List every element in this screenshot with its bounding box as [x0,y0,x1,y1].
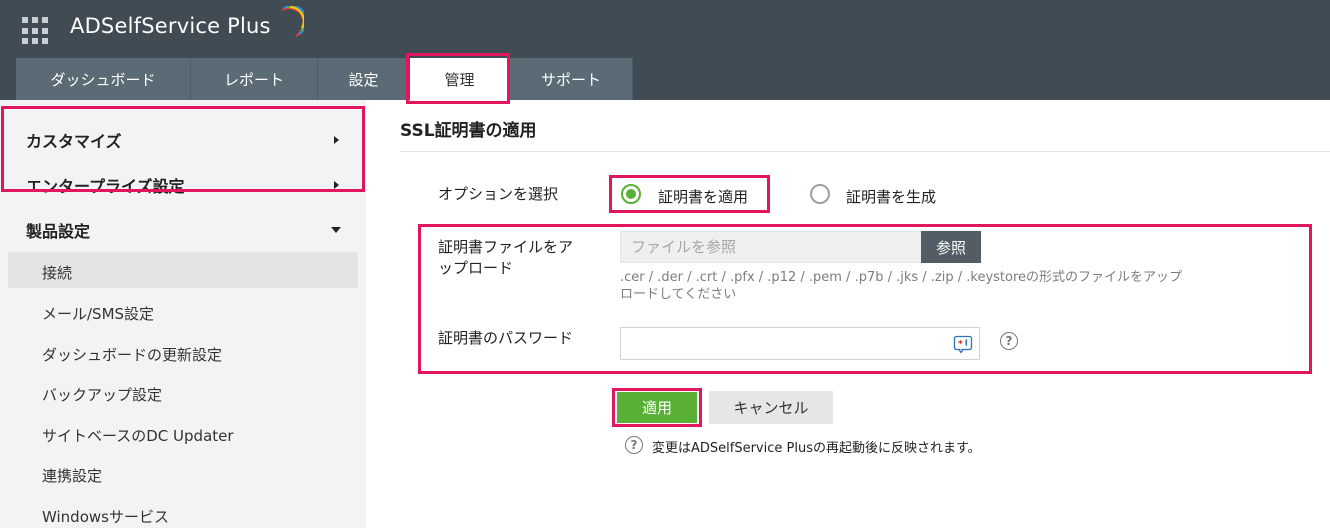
tab-settings[interactable]: 設定 [318,58,410,100]
app-grid-icon[interactable] [22,17,50,45]
top-bar: ADSelfService Plus [0,0,1330,58]
sidebar-item-backup[interactable]: バックアップ設定 [42,384,162,405]
tab-admin-highlight [406,53,510,104]
main-nav: ダッシュボード レポート 設定 管理 サポート [0,58,1330,100]
file-input[interactable]: ファイルを参照 [620,231,922,263]
sidebar-item-dc-updater[interactable]: サイトベースのDC Updater [42,425,234,446]
password-field[interactable] [620,327,980,360]
file-format-hint-line1: .cer / .der / .crt / .pfx / .p12 / .pem … [620,270,1183,285]
app-title: ADSelfService Plus [70,14,271,38]
apply-button-highlight [612,388,702,427]
radio-generate-certificate[interactable] [810,184,830,204]
sidebar-highlight [1,106,365,192]
chevron-down-icon [331,227,341,233]
restart-note: 変更はADSelfService Plusの再起動後に反映されます。 [652,441,981,456]
tab-support[interactable]: サポート [510,58,633,100]
upload-label-line1: 証明書ファイルをア [438,238,574,256]
sidebar-item-windows-service[interactable]: Windowsサービス [42,506,169,527]
upload-label-line2: ップロード [438,259,514,277]
tab-dashboard[interactable]: ダッシュボード [16,58,191,100]
sidebar-section-product-settings[interactable]: 製品設定 [26,218,90,242]
title-divider [400,151,1330,152]
radio-generate-label[interactable]: 証明書を生成 [846,186,936,207]
svg-text:*: * [958,340,963,350]
password-help-icon[interactable]: ? [1000,332,1018,350]
brand-logo-icon [281,6,304,37]
sidebar-item-dashboard-refresh[interactable]: ダッシュボードの更新設定 [42,344,222,365]
file-format-hint-line2: ロードしてください [620,287,737,302]
file-format-hint: .cer / .der / .crt / .pfx / .p12 / .pem … [620,269,1310,303]
note-info-icon: ? [625,436,643,454]
tab-reports[interactable]: レポート [191,58,318,100]
sidebar-item-mail-sms[interactable]: メール/SMS設定 [42,303,154,324]
cancel-button[interactable]: キャンセル [709,391,833,424]
radio-apply-highlight [609,175,770,213]
sidebar-item-integration[interactable]: 連携設定 [42,465,102,486]
option-label: オプションを選択 [438,185,559,203]
sidebar-item-connection[interactable]: 接続 [42,262,72,283]
password-manager-icon[interactable]: * [953,334,973,354]
page-title: SSL証明書の適用 [400,121,537,141]
password-label: 証明書のパスワード [438,329,574,347]
browse-button[interactable]: 参照 [921,231,981,263]
